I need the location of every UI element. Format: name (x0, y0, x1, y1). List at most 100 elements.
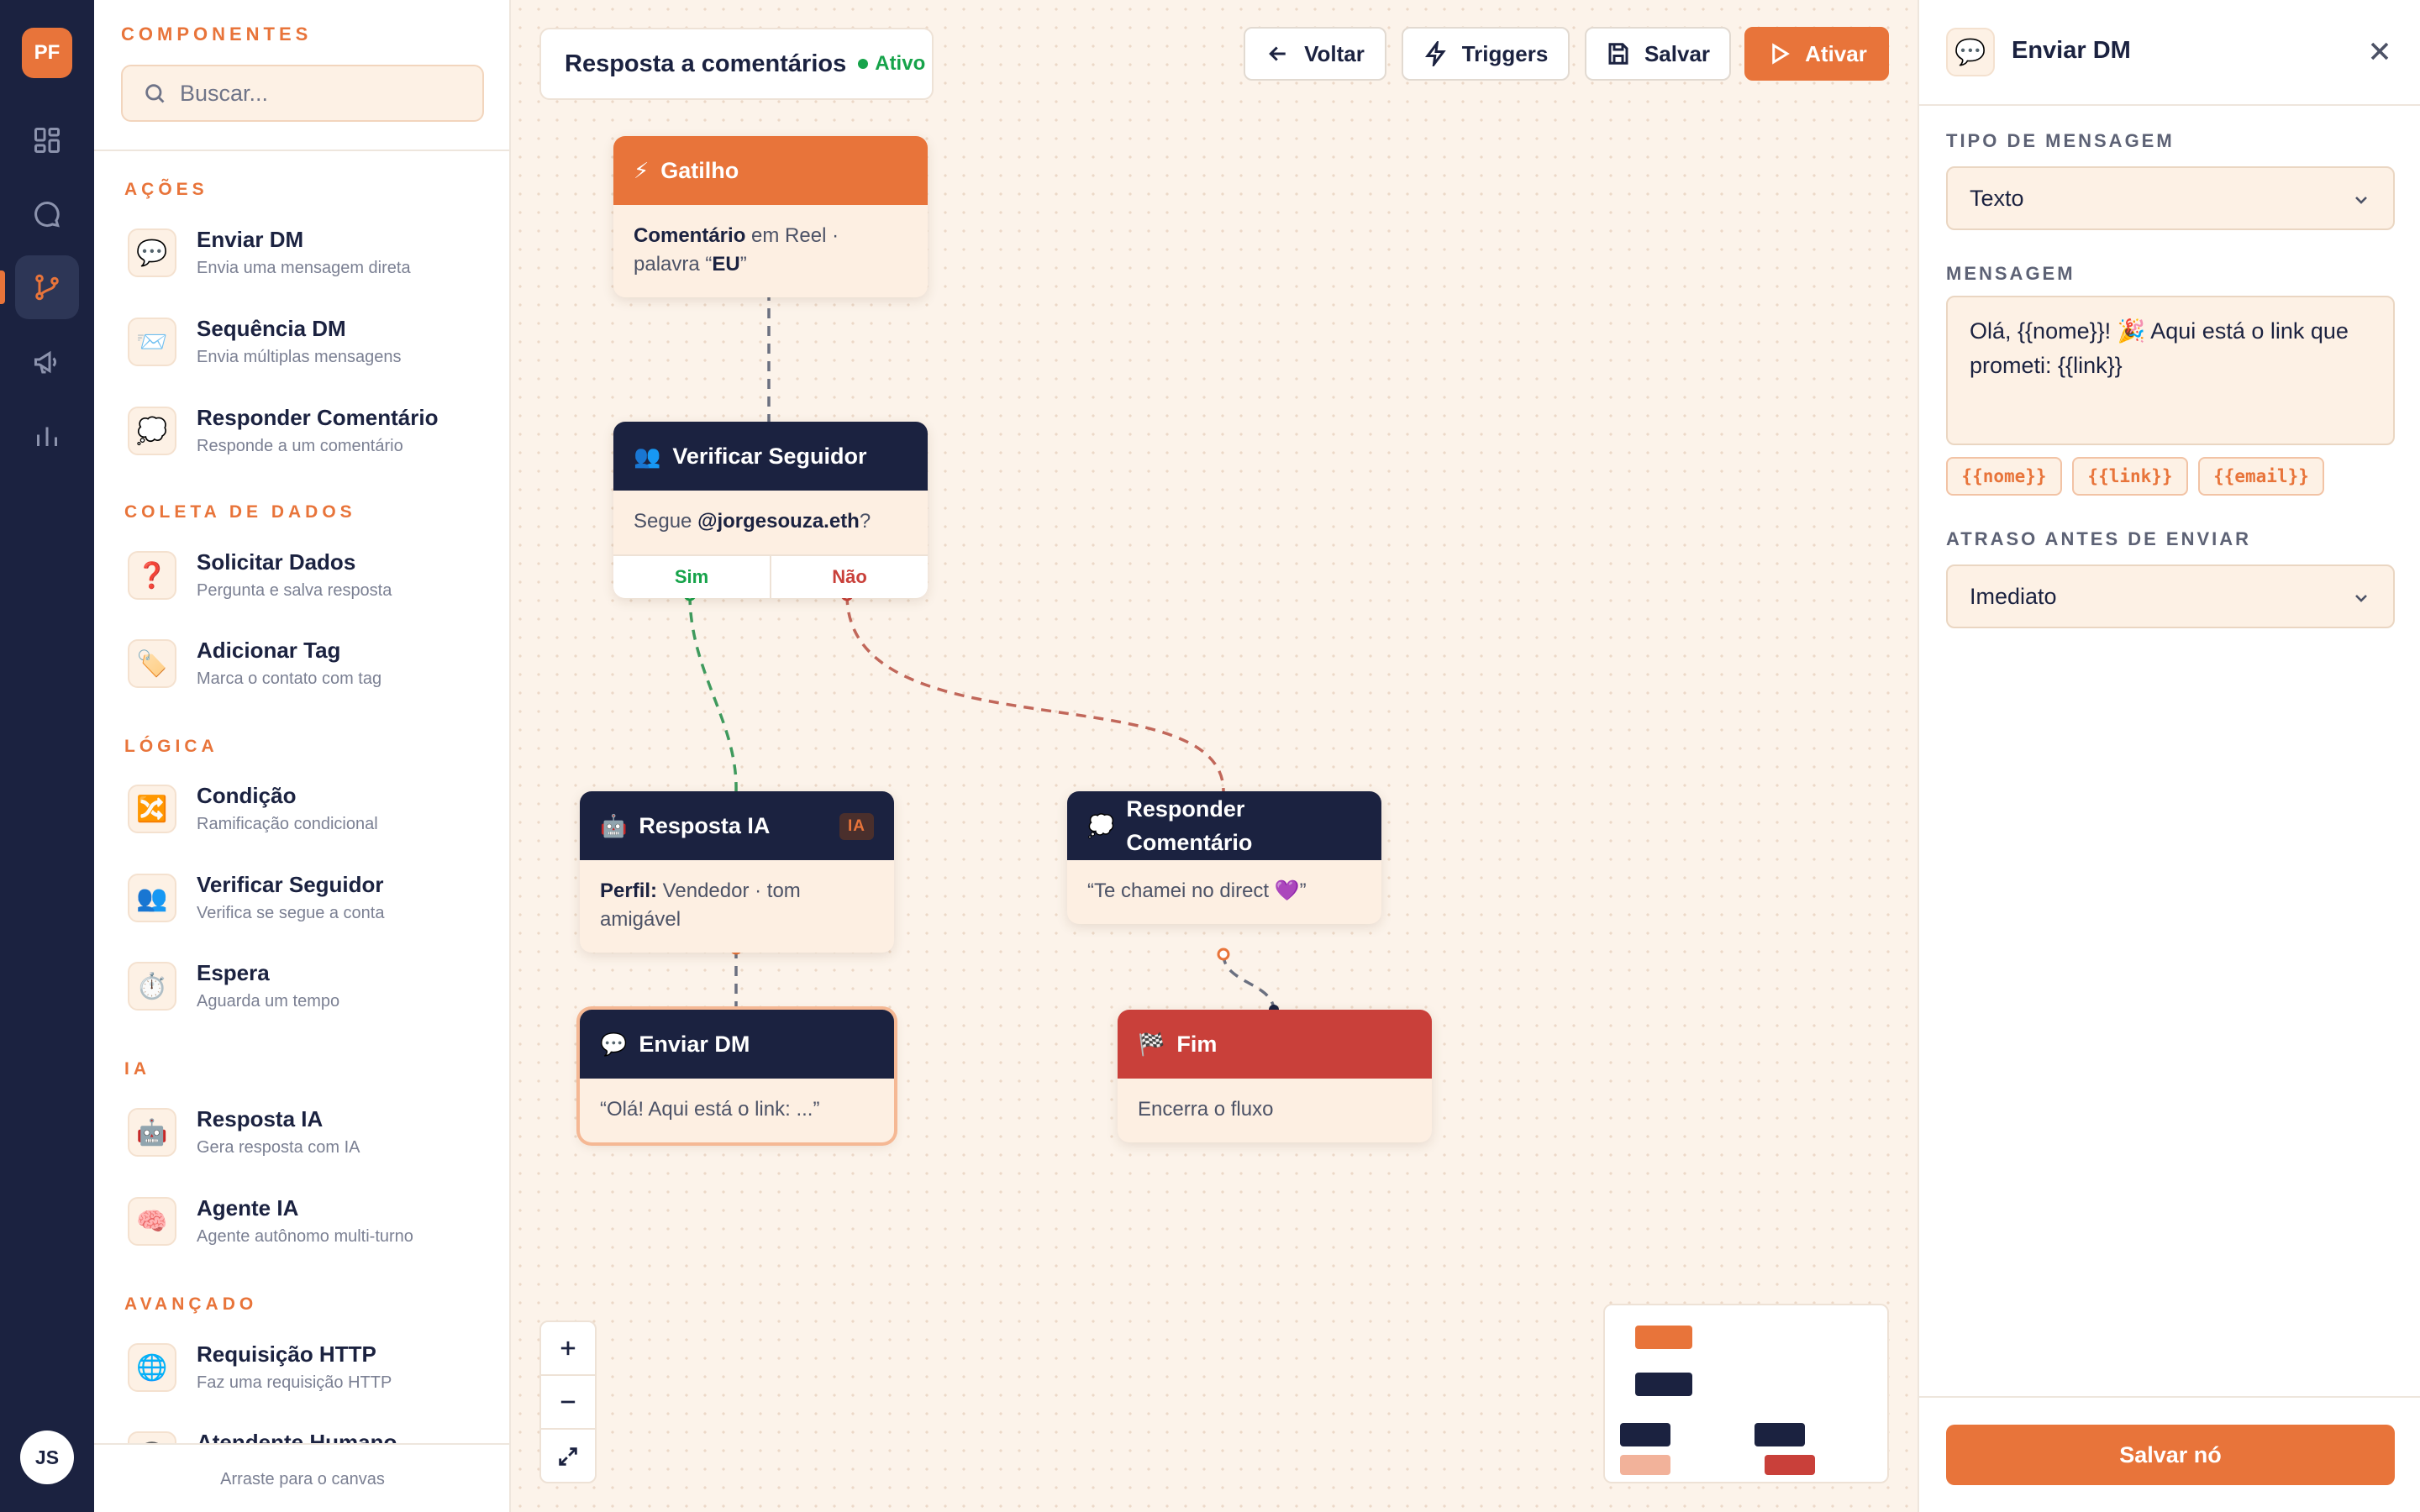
component-name: Agente IA (197, 1195, 299, 1221)
minimap-node-dm (1620, 1455, 1670, 1475)
node-trigger[interactable]: ⚡ Gatilho Comentário em Reel · palavra “… (613, 136, 928, 297)
component-enviar-dm[interactable]: 💬 Enviar DM Envia uma mensagem direta (128, 222, 489, 286)
activate-button-label: Ativar (1805, 40, 1867, 66)
app-rail: PF JS (0, 0, 94, 1512)
component-name: Solicitar Dados (197, 549, 356, 575)
node-header: 💬 Enviar DM (580, 1010, 894, 1079)
component-adicionar-tag[interactable]: 🏷️ Adicionar Tag Marca o contato com tag (128, 633, 489, 696)
node-end[interactable]: 🏁 Fim Encerra o fluxo (1118, 1010, 1432, 1142)
node-header: 🏁 Fim (1118, 1010, 1432, 1079)
arrow-left-icon (1269, 46, 1286, 61)
zoom-controls (539, 1320, 597, 1483)
message-type-label: TIPO DE MENSAGEM (1946, 130, 2175, 151)
play-icon (1772, 43, 1791, 65)
components-title: COMPONENTES (121, 24, 313, 45)
component-resposta-ia[interactable]: 🤖 Resposta IA Gera resposta com IA (128, 1101, 489, 1165)
node-body: Perfil: Vendedor · tom amigável (580, 860, 894, 953)
component-condicao[interactable]: 🔀 Condição Ramificação condicional (128, 778, 489, 842)
message-type-select[interactable]: Texto (1946, 166, 2395, 230)
thought-balloon-icon: 💭 (1087, 813, 1115, 838)
component-name: Responder Comentário (197, 405, 439, 430)
component-responder-comentario[interactable]: 💭 Responder Comentário Responde a um com… (128, 400, 489, 464)
flow-canvas[interactable]: Resposta a comentários Ativo Voltar Trig… (511, 0, 1918, 1512)
port-reply-out[interactable] (1217, 948, 1230, 961)
minimap-node-reply (1754, 1423, 1805, 1446)
lightning-icon: ⚡ (634, 157, 650, 183)
dashboard-icon (34, 128, 60, 153)
sidebar-hint: Arraste para o canvas (94, 1443, 509, 1512)
section-title-acoes: AÇÕES (124, 180, 208, 199)
fit-view-button[interactable] (541, 1430, 595, 1483)
minimap-node-follower (1635, 1373, 1692, 1396)
component-desc: Marca o contato com tag (197, 669, 382, 688)
rail-analytics-button[interactable] (15, 404, 79, 468)
rail-dashboard-button[interactable] (15, 108, 79, 172)
node-verify-follower[interactable]: 👥 Verificar Seguidor Segue @jorgesouza.e… (613, 422, 928, 598)
components-search[interactable] (121, 65, 484, 122)
save-button-label: Salvar (1644, 40, 1711, 66)
minimap-node-trigger (1635, 1326, 1692, 1349)
rail-campaigns-button[interactable] (15, 330, 79, 394)
activate-button[interactable]: Ativar (1744, 27, 1889, 81)
save-node-button[interactable]: Salvar nó (1946, 1425, 2395, 1485)
delay-label: ATRASO ANTES DE ENVIAR (1946, 528, 2252, 549)
component-atendente-humano[interactable]: 🎧 Atendente Humano (128, 1425, 489, 1443)
bar-chart-icon (37, 427, 57, 446)
components-search-input[interactable] (180, 80, 466, 107)
zoom-in-button[interactable] (541, 1322, 595, 1376)
app-logo[interactable]: PF (22, 28, 72, 78)
robot-icon: 🤖 (128, 1108, 176, 1157)
component-sequencia-dm[interactable]: 📨 Sequência DM Envia múltiplas mensagens (128, 311, 489, 375)
delay-value: Imediato (1970, 583, 2057, 609)
component-desc: Responde a um comentário (197, 437, 403, 455)
component-requisicao-http[interactable]: 🌐 Requisição HTTP Faz uma requisição HTT… (128, 1336, 489, 1400)
minimap-node-ai (1620, 1423, 1670, 1446)
envelope-icon: 📨 (128, 318, 176, 366)
node-body: “Te chamei no direct 💜” (1087, 879, 1307, 902)
component-espera[interactable]: ⏱️ Espera Aguarda um tempo (128, 955, 489, 1019)
node-title: Enviar DM (639, 1031, 750, 1057)
flow-title-card[interactable]: Resposta a comentários Ativo (539, 28, 934, 100)
component-desc: Gera resposta com IA (197, 1138, 360, 1157)
components-list[interactable]: AÇÕES 💬 Enviar DM Envia uma mensagem dir… (94, 151, 509, 1443)
close-icon (2370, 42, 2389, 60)
component-name: Verificar Seguidor (197, 872, 384, 897)
delay-select[interactable]: Imediato (1946, 564, 2395, 628)
back-button[interactable]: Voltar (1244, 27, 1386, 81)
minimap[interactable] (1603, 1304, 1889, 1483)
variable-chip-nome[interactable]: {{nome}} (1946, 457, 2062, 496)
close-panel-button[interactable] (2365, 36, 2395, 66)
component-name: Atendente Humano (197, 1430, 397, 1443)
node-title: Resposta IA (639, 812, 771, 838)
triggers-button[interactable]: Triggers (1402, 27, 1570, 81)
node-send-dm[interactable]: 💬 Enviar DM “Olá! Aqui está o link: ...” (580, 1010, 894, 1142)
flow-status-badge: Ativo (875, 52, 926, 75)
chevron-down-icon (2355, 595, 2367, 602)
variable-chip-link[interactable]: {{link}} (2072, 457, 2188, 496)
component-verificar-seguidor[interactable]: 👥 Verificar Seguidor Verifica se segue a… (128, 867, 489, 931)
shuffle-icon: 🔀 (128, 785, 176, 833)
user-avatar[interactable]: JS (20, 1431, 74, 1484)
rail-chat-button[interactable] (15, 182, 79, 246)
rail-flows-button[interactable] (15, 255, 79, 319)
node-reply-comment[interactable]: 💭 Responder Comentário “Te chamei no dir… (1067, 791, 1381, 924)
people-icon: 👥 (634, 443, 661, 469)
branch-no-label[interactable]: Não (771, 556, 928, 598)
stopwatch-icon: ⏱️ (128, 962, 176, 1011)
node-ai-response[interactable]: 🤖 Resposta IA IA Perfil: Vendedor · tom … (580, 791, 894, 953)
headset-icon: 🎧 (128, 1431, 176, 1443)
node-header: 💭 Responder Comentário (1067, 791, 1381, 860)
branch-yes-label[interactable]: Sim (613, 556, 771, 598)
component-agente-ia[interactable]: 🧠 Agente IA Agente autônomo multi-turno (128, 1190, 489, 1254)
panel-title: Enviar DM (2012, 37, 2131, 64)
message-textarea[interactable]: Olá, {{nome}}! 🎉 Aqui está o link que pr… (1946, 296, 2395, 445)
triggers-button-label: Triggers (1461, 40, 1549, 66)
section-title-ia: IA (124, 1059, 150, 1079)
save-button[interactable]: Salvar (1585, 27, 1731, 81)
lightning-icon (1424, 41, 1446, 66)
node-body: Encerra o fluxo (1138, 1098, 1274, 1121)
component-solicitar-dados[interactable]: ❓ Solicitar Dados Pergunta e salva respo… (128, 544, 489, 608)
variable-chip-email[interactable]: {{email}} (2198, 457, 2324, 496)
component-desc: Ramificação condicional (197, 815, 378, 833)
zoom-out-button[interactable] (541, 1376, 595, 1430)
